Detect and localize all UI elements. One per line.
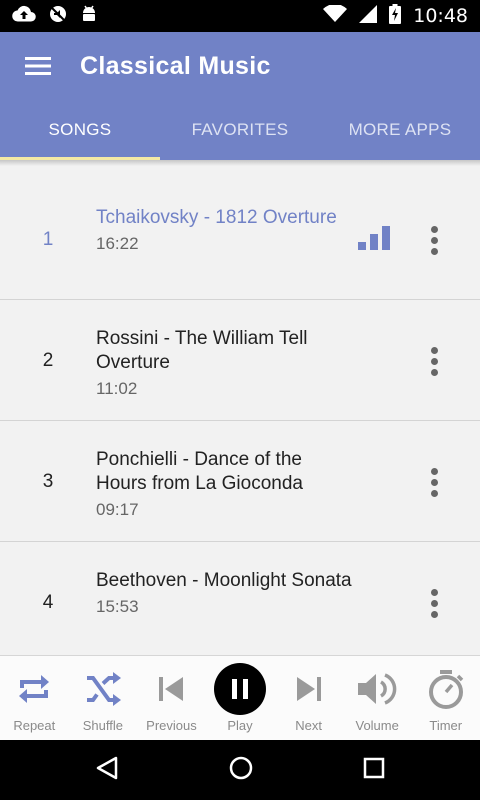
more-options-icon[interactable] (414, 583, 454, 623)
list-item[interactable]: 3 Ponchielli - Dance of the Hours from L… (0, 422, 480, 542)
back-icon[interactable] (94, 755, 120, 786)
repeat-button[interactable]: Repeat (0, 656, 69, 740)
hamburger-menu-icon[interactable] (0, 32, 76, 100)
signal-icon (359, 4, 378, 28)
next-icon (295, 664, 323, 714)
next-button[interactable]: Next (274, 656, 343, 740)
tab-songs[interactable]: SONGS (0, 100, 160, 160)
more-options-icon[interactable] (414, 341, 454, 381)
volume-icon (356, 664, 398, 714)
song-number: 3 (42, 471, 54, 492)
list-item[interactable]: 1 Tchaikovsky - 1812 Overture 16:22 (0, 180, 480, 300)
song-title: Tchaikovsky - 1812 Overture (96, 207, 337, 228)
repeat-label: Repeat (13, 718, 56, 733)
repeat-icon (15, 664, 53, 714)
cloud-upload-icon (12, 5, 36, 28)
song-number: 1 (42, 229, 54, 250)
wifi-icon (323, 3, 348, 28)
previous-label: Previous (146, 718, 197, 733)
android-icon (80, 4, 98, 29)
song-title: Beethoven - Moonlight Sonata (96, 570, 352, 591)
previous-icon (157, 664, 185, 714)
previous-button[interactable]: Previous (137, 656, 206, 740)
pause-icon (214, 663, 267, 715)
song-number: 2 (42, 350, 54, 371)
tab-favorites[interactable]: FAVORITES (160, 100, 320, 160)
more-options-icon[interactable] (414, 462, 454, 502)
play-pause-button[interactable]: Play (206, 656, 275, 740)
recents-icon[interactable] (362, 756, 386, 785)
song-duration: 11:02 (96, 379, 138, 398)
more-options-icon[interactable] (414, 220, 454, 260)
volume-label: Volume (355, 718, 399, 733)
list-item[interactable]: 4 Beethoven - Moonlight Sonata 15:53 (0, 543, 480, 655)
shuffle-button[interactable]: Shuffle (69, 656, 138, 740)
status-time: 10:48 (413, 5, 468, 27)
list-item[interactable]: 2 Rossini - The William Tell Overture 11… (0, 301, 480, 421)
timer-icon (427, 664, 465, 714)
song-duration: 15:53 (96, 597, 139, 616)
timer-label: Timer (429, 718, 463, 733)
tab-more-apps[interactable]: MORE APPS (320, 100, 480, 160)
song-duration: 09:17 (96, 500, 139, 519)
app-title: Classical Music (80, 51, 271, 80)
playback-controls: Repeat Shuffle Previous Play Next Volume… (0, 655, 480, 740)
now-playing-icon (358, 226, 390, 250)
volume-button[interactable]: Volume (343, 656, 412, 740)
next-label: Next (295, 718, 322, 733)
home-icon[interactable] (228, 755, 254, 786)
song-title: Rossini - The William Tell Overture (96, 328, 308, 373)
song-title: Ponchielli - Dance of the Hours from La … (96, 449, 303, 494)
shuffle-icon (85, 664, 121, 714)
timer-button[interactable]: Timer (411, 656, 480, 740)
status-bar: 10:48 (0, 0, 480, 32)
song-list: 1 Tchaikovsky - 1812 Overture 16:22 2 Ro… (0, 160, 480, 655)
app-bar-shadow (0, 160, 480, 166)
app-bar: Classical Music SONGS FAVORITES MORE APP… (0, 32, 480, 160)
tab-bar: SONGS FAVORITES MORE APPS (0, 100, 480, 160)
play-label: Play (227, 718, 253, 733)
shuffle-label: Shuffle (82, 718, 123, 733)
song-number: 4 (42, 592, 54, 613)
song-duration: 16:22 (96, 234, 139, 253)
system-navigation-bar (0, 740, 480, 800)
battery-charging-icon (389, 3, 402, 29)
mute-icon (48, 4, 68, 29)
